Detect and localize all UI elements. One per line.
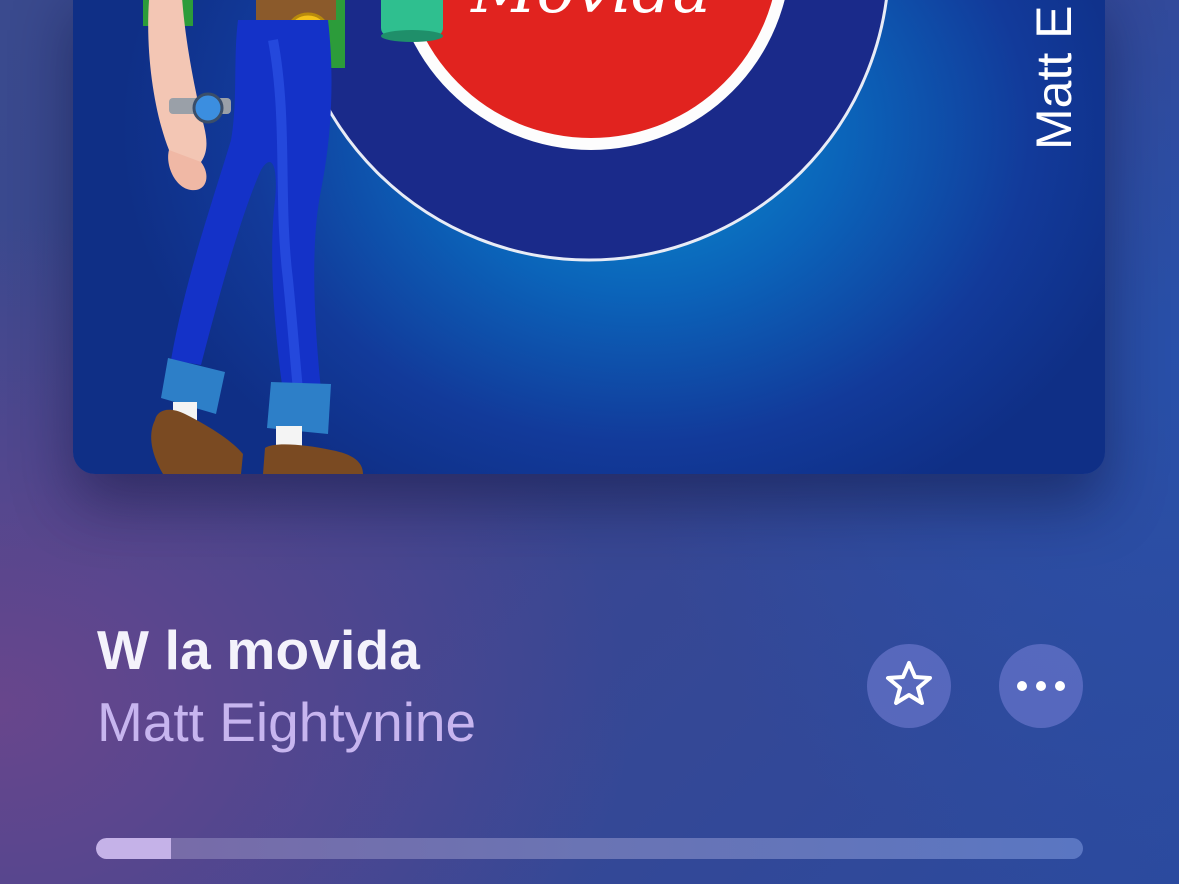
track-title: W la movida bbox=[97, 619, 421, 681]
playback-progress-bar[interactable] bbox=[96, 838, 1083, 859]
character-arm bbox=[148, 0, 207, 170]
track-artist[interactable]: Matt Eightynine bbox=[97, 690, 476, 754]
album-artwork: Movida Matt E bbox=[73, 0, 1105, 474]
watch-icon bbox=[192, 92, 224, 124]
svg-text:Matt E: Matt E bbox=[1026, 6, 1082, 150]
artwork-illustration: Movida bbox=[143, 0, 888, 474]
more-options-button[interactable] bbox=[999, 644, 1083, 728]
playback-progress-fill bbox=[96, 838, 171, 859]
logo-text: Movida bbox=[470, 0, 711, 28]
character-jeans bbox=[171, 20, 332, 392]
more-dots-icon bbox=[1017, 681, 1065, 691]
favorite-button[interactable] bbox=[867, 644, 951, 728]
artwork-side-text: Matt E bbox=[1026, 6, 1082, 150]
right-shoe bbox=[263, 444, 363, 474]
star-outline-icon bbox=[884, 659, 934, 714]
left-shoe bbox=[151, 409, 243, 474]
